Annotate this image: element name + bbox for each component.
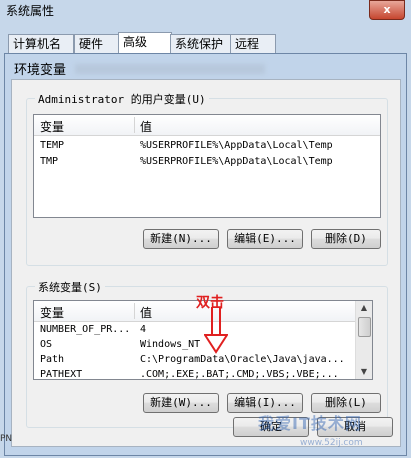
down-arrow-icon: [204, 307, 228, 354]
variable-name: TMP: [40, 156, 59, 167]
user-new-button[interactable]: 新建(N)...: [143, 229, 219, 249]
window-title: 系统属性: [6, 4, 55, 18]
variable-name: PATHEXT: [40, 369, 83, 380]
list-item[interactable]: NUMBER_OF_PR... 4: [34, 323, 372, 338]
vertical-scrollbar[interactable]: ▲ ▼: [355, 301, 372, 379]
tab-hardware[interactable]: 硬件: [74, 34, 120, 53]
list-item[interactable]: PATHEXT .COM;.EXE;.BAT;.CMD;.VBS;.VBE;..…: [34, 368, 372, 380]
user-edit-button[interactable]: 编辑(E)...: [227, 229, 303, 249]
tab-system-protection[interactable]: 系统保护: [170, 34, 234, 53]
list-item[interactable]: OS Windows_NT: [34, 338, 372, 353]
list-header: 变量 值: [34, 115, 380, 136]
variable-value: C:\ProgramData\Oracle\Java\java...: [140, 354, 345, 365]
variable-value: 4: [140, 324, 147, 335]
watermark-text: 我爱IT技术网: [258, 414, 362, 433]
tab-computer-name[interactable]: 计算机名: [8, 34, 74, 53]
environment-variables-dialog: 环境变量 Administrator 的用户变量(U) 变量 值 TEMP %U…: [4, 53, 407, 456]
scroll-up-icon[interactable]: ▲: [356, 301, 372, 315]
variable-value: %USERPROFILE%\AppData\Local\Temp: [140, 156, 333, 167]
column-header-variable[interactable]: 变量: [40, 304, 64, 321]
dialog-title: 环境变量: [14, 63, 67, 78]
user-variables-group: Administrator 的用户变量(U) 变量 值 TEMP %USERPR…: [26, 91, 388, 266]
variable-name: NUMBER_OF_PR...: [40, 324, 131, 335]
dialog-body: Administrator 的用户变量(U) 变量 值 TEMP %USERPR…: [11, 79, 401, 447]
watermark-url: www.52ij.com: [300, 438, 363, 448]
scroll-thumb[interactable]: [358, 317, 371, 337]
list-item[interactable]: TEMP %USERPROFILE%\AppData\Local\Temp: [34, 139, 380, 154]
user-variables-list[interactable]: 变量 值 TEMP %USERPROFILE%\AppData\Local\Te…: [33, 114, 381, 218]
system-variables-label: 系统变量(S): [35, 279, 105, 295]
variable-name: OS: [40, 339, 53, 350]
user-variables-label: Administrator 的用户变量(U): [35, 91, 209, 107]
variable-value: %USERPROFILE%\AppData\Local\Temp: [140, 140, 333, 151]
variable-value: Windows_NT: [140, 339, 201, 350]
variable-name: TEMP: [40, 140, 65, 151]
system-properties-window: 系统属性 x 计算机名 硬件 高级 系统保护 远程 环境变量 Administr…: [0, 0, 411, 458]
variable-value: .COM;.EXE;.BAT;.CMD;.VBS;.VBE;...: [140, 369, 339, 380]
column-header-value[interactable]: 值: [140, 304, 152, 321]
column-header-value[interactable]: 值: [140, 118, 152, 135]
tab-remote[interactable]: 远程: [230, 34, 276, 53]
close-button[interactable]: x: [369, 0, 405, 20]
list-item[interactable]: Path C:\ProgramData\Oracle\Java\java...: [34, 353, 372, 368]
variable-name: Path: [40, 354, 65, 365]
blurred-text: [75, 64, 265, 74]
user-delete-button[interactable]: 删除(D): [311, 229, 381, 249]
edge-label: PN: [0, 434, 13, 444]
column-header-variable[interactable]: 变量: [40, 118, 64, 135]
system-variables-list[interactable]: 变量 值 NUMBER_OF_PR... 4 OS Windows_NT Pat…: [33, 300, 373, 380]
scroll-down-icon[interactable]: ▼: [356, 365, 372, 379]
system-new-button[interactable]: 新建(W)...: [143, 393, 219, 413]
list-item[interactable]: TMP %USERPROFILE%\AppData\Local\Temp: [34, 155, 380, 170]
tab-advanced[interactable]: 高级: [118, 32, 172, 54]
